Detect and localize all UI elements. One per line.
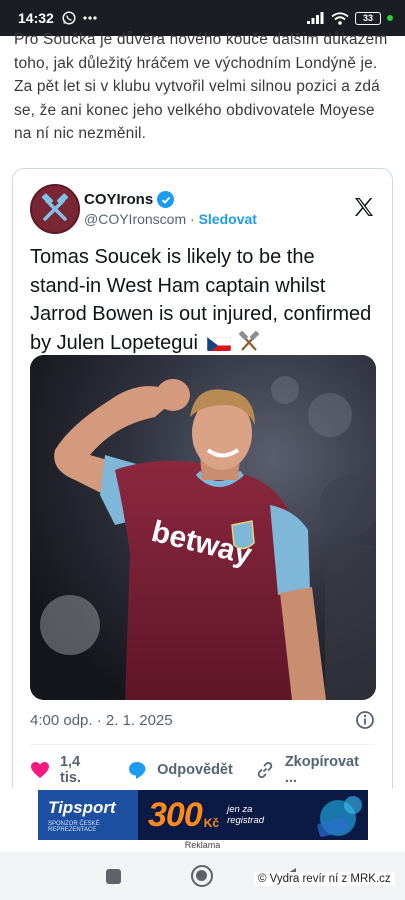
ad-banner[interactable]: Tipsport SPONZOR ČESKÉ REPREZENTACE 300 … <box>38 790 368 840</box>
tweet-actions: 1,4 tis. Odpovědět Zkopírovat ... <box>13 750 392 790</box>
watermark: © Vydra revír ní z MRK.cz <box>254 872 395 886</box>
hammers-icon <box>237 330 261 353</box>
player-photo: betway <box>30 355 376 700</box>
tweet-header: COYIrons @COYIronscom · Sledovat <box>13 169 392 237</box>
reply-icon <box>129 762 146 779</box>
ad-container: Tipsport SPONZOR ČESKÉ REPREZENTACE 300 … <box>0 788 405 850</box>
ad-promo-line2: registrad <box>227 815 265 826</box>
status-time: 14:32 <box>18 10 54 26</box>
verified-icon <box>157 191 175 208</box>
signal-icon <box>307 12 324 24</box>
home-button[interactable] <box>191 865 213 887</box>
separator-dot: · <box>190 211 195 227</box>
tweet-meta: 4:00 odp. · 2. 1. 2025 <box>13 700 392 740</box>
ad-label: Reklama <box>184 840 221 850</box>
author-name[interactable]: COYIrons <box>84 191 153 208</box>
copy-link-action[interactable]: Zkopírovat ... <box>255 754 375 786</box>
ad-promo: jen za registrad <box>227 804 264 826</box>
heart-icon <box>30 762 49 778</box>
tweet-text: Tomas Soucek is likely to be the stand-i… <box>30 246 372 354</box>
ad-promo-line1: jen za <box>227 804 253 815</box>
link-icon <box>257 762 273 778</box>
reply-action[interactable]: Odpovědět <box>127 760 233 780</box>
tweet-text-block: Tomas Soucek is likely to be the stand-i… <box>13 237 392 355</box>
recents-button[interactable] <box>106 869 121 884</box>
copy-link-label: Zkopírovat ... <box>284 754 359 786</box>
battery-indicator: 33 <box>355 11 381 25</box>
hammers-logo-icon <box>41 193 69 221</box>
wifi-icon <box>331 11 349 25</box>
embedded-tweet[interactable]: COYIrons @COYIronscom · Sledovat Tomas S… <box>12 168 393 808</box>
tweet-author: COYIrons @COYIronscom · Sledovat <box>84 191 257 227</box>
whatsapp-icon <box>62 11 76 25</box>
privacy-dot <box>387 15 393 21</box>
reply-label: Odpovědět <box>157 762 233 778</box>
ad-amount: 300 <box>148 795 203 834</box>
author-handle[interactable]: @COYIronscom <box>84 211 186 227</box>
ad-currency: Kč <box>203 816 220 830</box>
x-logo-icon[interactable] <box>352 195 376 219</box>
info-icon[interactable] <box>355 710 375 730</box>
ad-decoration <box>317 796 362 837</box>
avatar[interactable] <box>30 184 80 234</box>
article-paragraph: Pro Součka je důvěra nového kouče dalším… <box>14 31 388 142</box>
czech-flag-icon <box>207 334 232 351</box>
follow-button[interactable]: Sledovat <box>199 211 257 227</box>
ad-brand-block: Tipsport SPONZOR ČESKÉ REPREZENTACE <box>38 790 138 840</box>
article-body: Pro Součka je důvěra nového kouče dalším… <box>0 31 405 146</box>
ad-brand-name: Tipsport <box>48 797 116 817</box>
more-dots-icon <box>83 16 97 20</box>
ad-brand-sub: SPONZOR ČESKÉ REPREZENTACE <box>48 820 100 833</box>
system-nav-bar: © Vydra revír ní z MRK.cz <box>0 852 405 900</box>
like-action[interactable]: 1,4 tis. <box>30 754 105 786</box>
tweet-timestamp[interactable]: 4:00 odp. · 2. 1. 2025 <box>30 712 173 729</box>
like-count: 1,4 tis. <box>59 754 81 786</box>
tweet-photo[interactable]: betway <box>30 355 376 700</box>
divider <box>30 744 375 745</box>
